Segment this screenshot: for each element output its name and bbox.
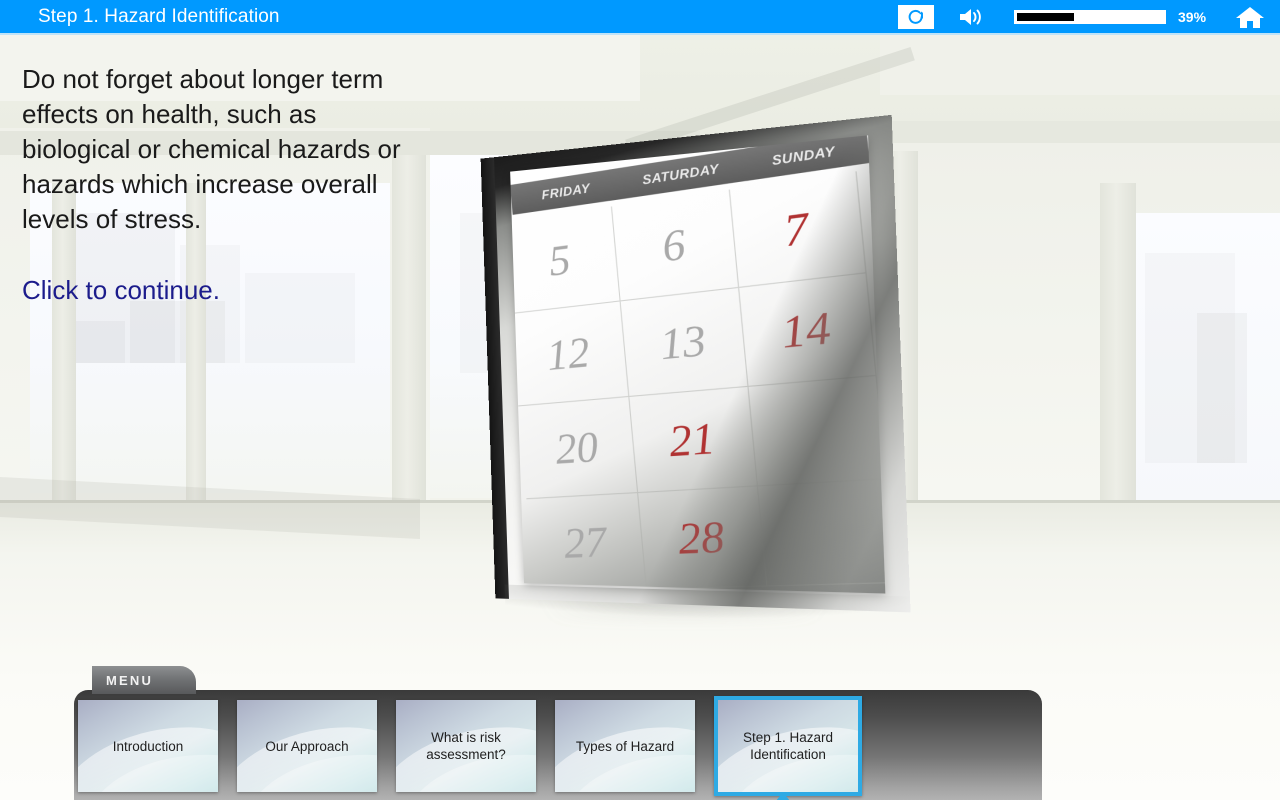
click-to-continue-prompt[interactable]: Click to continue. (22, 273, 422, 308)
menu-thumbnail-label: Step 1. Hazard Identification (742, 730, 834, 762)
ceiling-beam-right (880, 121, 1280, 143)
elearning-slide-viewport: Step 1. Hazard Identification 39% Do not… (0, 0, 1280, 800)
menu-thumbnail-label: Introduction (112, 738, 184, 754)
calendar-date-cell: 12 (510, 301, 630, 406)
menu-thumbnail-list: Introduction Our Approach What is risk ass… (78, 696, 862, 796)
window-glass-right (1135, 213, 1280, 513)
calendar-board: FRIDAY SATURDAY SUNDAY 5 6 7 12 13 14 20 21 27 28 (480, 114, 912, 627)
menu-tab-label: MENU (106, 672, 154, 688)
calendar-week-row: 27 28 (526, 479, 886, 593)
calendar-front-sheet: FRIDAY SATURDAY SUNDAY 5 6 7 12 13 14 20 21 27 28 (510, 135, 886, 594)
menu-thumbnail-label: Our Approach (265, 738, 349, 754)
slide-text-block: Do not forget about longer term effects … (22, 62, 422, 308)
menu-thumbnail-5[interactable]: Step 1. Hazard Identification (714, 696, 862, 796)
slide-body-text: Do not forget about longer term effects … (22, 64, 401, 234)
top-navigation-bar: Step 1. Hazard Identification 39% (0, 0, 1280, 33)
menu-thumbnail-4[interactable]: Types of Hazard (555, 700, 695, 792)
calendar-date-cell (758, 479, 886, 586)
calendar-face: FRIDAY SATURDAY SUNDAY 5 6 7 12 13 14 20 21 27 28 (494, 114, 911, 613)
calendar-date-grid: 5 6 7 12 13 14 20 21 27 28 (510, 171, 886, 593)
calendar-date-cell: 5 (510, 206, 621, 314)
calendar-illustration: DAY 4 11 18 25 UNDAY 4 11 18 25 FRIDAYSA… (480, 114, 912, 627)
home-button[interactable] (1228, 0, 1272, 33)
header-controls: 39% (898, 0, 1280, 33)
page-title: Step 1. Hazard Identification (38, 5, 280, 27)
active-thumbnail-pointer (772, 792, 794, 800)
volume-speaker-icon (960, 8, 981, 25)
window-post-5 (1100, 183, 1136, 523)
menu-thumbnail-label: Types of Hazard (575, 738, 675, 754)
calendar-date-cell: 6 (611, 189, 740, 301)
calendar-date-cell: 21 (629, 386, 758, 492)
progress-bar-fill (1017, 12, 1074, 21)
menu-tab[interactable]: MENU (92, 666, 196, 694)
replay-icon (908, 9, 923, 24)
replay-button[interactable] (898, 4, 934, 29)
ceiling-panel-right (880, 33, 1280, 95)
progress-indicator: 39% (1014, 9, 1210, 25)
calendar-date-cell: 20 (518, 396, 639, 499)
calendar-date-cell (748, 376, 886, 486)
header-underline (0, 33, 1280, 35)
calendar-date-cell: 7 (729, 171, 867, 287)
home-icon (1236, 6, 1264, 28)
progress-percent-label: 39% (1178, 8, 1207, 25)
menu-thumbnail-label: What is risk assessment? (426, 730, 506, 762)
volume-button[interactable] (954, 4, 992, 30)
progress-bar[interactable] (1014, 9, 1166, 24)
menu-thumbnail-3[interactable]: What is risk assessment? (396, 700, 536, 792)
calendar-date-cell: 28 (638, 486, 768, 589)
menu-thumbnail-2[interactable]: Our Approach (237, 700, 377, 792)
menu-thumbnail-1[interactable]: Introduction (78, 700, 218, 792)
calendar-date-cell: 13 (620, 287, 749, 396)
calendar-date-cell: 14 (739, 273, 877, 386)
calendar-date-cell: 27 (526, 493, 647, 592)
